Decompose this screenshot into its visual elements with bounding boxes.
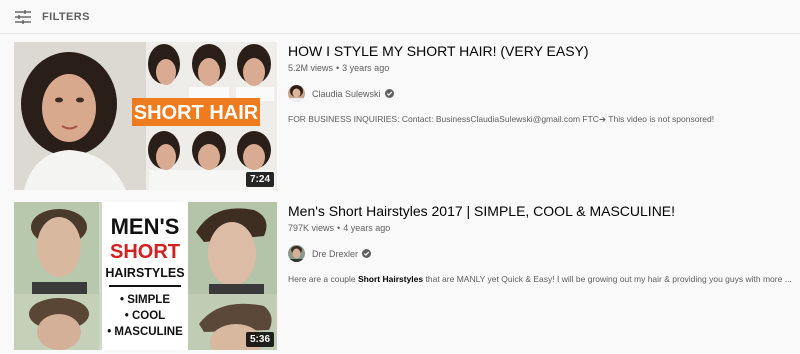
channel-link[interactable]: Dre Drexler bbox=[288, 245, 798, 262]
video-title[interactable]: HOW I STYLE MY SHORT HAIR! (VERY EASY) bbox=[288, 42, 798, 60]
video-description: FOR BUSINESS INQUIRIES: Contact: Busines… bbox=[288, 114, 715, 124]
video-title[interactable]: Men's Short Hairstyles 2017 | SIMPLE, CO… bbox=[288, 202, 798, 220]
filters-button[interactable]: FILTERS bbox=[14, 9, 90, 25]
thumbnail-line: SHORT bbox=[110, 241, 180, 263]
thumbnail-line: • SIMPLE bbox=[120, 294, 170, 306]
video-thumbnail[interactable]: SHORT HAIR 7:24 bbox=[14, 42, 277, 190]
thumbnail-line: HAIRSTYLES bbox=[105, 266, 184, 280]
video-thumbnail[interactable]: MEN'S SHORT HAIRSTYLES • SIMPLE • COOL •… bbox=[14, 202, 277, 350]
verified-icon bbox=[384, 89, 394, 98]
avatar bbox=[288, 85, 305, 102]
thumbnail-line: MEN'S bbox=[111, 214, 180, 239]
channel-link[interactable]: Claudia Sulewski bbox=[288, 85, 798, 102]
avatar bbox=[288, 245, 305, 262]
video-description: Here are a couple Short Hairstyles that … bbox=[288, 274, 798, 284]
verified-icon bbox=[362, 249, 372, 258]
video-meta: Men's Short Hairstyles 2017 | SIMPLE, CO… bbox=[288, 202, 798, 284]
thumbnail-line: • MASCULINE bbox=[107, 326, 183, 338]
filters-label: FILTERS bbox=[42, 10, 90, 23]
description-text: that are MANLY yet Quick & Easy! I will … bbox=[423, 274, 792, 284]
duration-badge: 5:36 bbox=[245, 332, 274, 347]
thumbnail-banner-text: SHORT HAIR bbox=[134, 102, 259, 124]
thumbnail-image: SHORT HAIR bbox=[14, 42, 277, 190]
upload-age: 3 years ago bbox=[342, 63, 390, 73]
duration-badge: 7:24 bbox=[245, 172, 274, 187]
separator-dot: • bbox=[337, 223, 341, 233]
video-result: MEN'S SHORT HAIRSTYLES • SIMPLE • COOL •… bbox=[14, 202, 800, 352]
view-count: 797K views bbox=[288, 223, 335, 233]
video-result: SHORT HAIR 7:24 HOW I STYLE MY SHORT HAI… bbox=[14, 42, 800, 192]
video-stats: 5.2M views • 3 years ago bbox=[288, 63, 798, 73]
description-highlight: Short Hairstyles bbox=[357, 274, 424, 284]
description-text: Here are a couple bbox=[288, 274, 358, 284]
video-stats: 797K views • 4 years ago bbox=[288, 223, 798, 233]
channel-name: Claudia Sulewski bbox=[312, 88, 381, 99]
thumbnail-image: MEN'S SHORT HAIRSTYLES • SIMPLE • COOL •… bbox=[14, 202, 277, 350]
view-count: 5.2M views bbox=[288, 63, 334, 73]
thumbnail-line: • COOL bbox=[125, 310, 165, 322]
sliders-icon bbox=[15, 9, 31, 24]
separator-dot: • bbox=[336, 63, 340, 73]
upload-age: 4 years ago bbox=[343, 223, 391, 233]
channel-name: Dre Drexler bbox=[312, 248, 359, 259]
video-meta: HOW I STYLE MY SHORT HAIR! (VERY EASY) 5… bbox=[288, 42, 798, 125]
filters-bar: FILTERS bbox=[0, 0, 800, 34]
